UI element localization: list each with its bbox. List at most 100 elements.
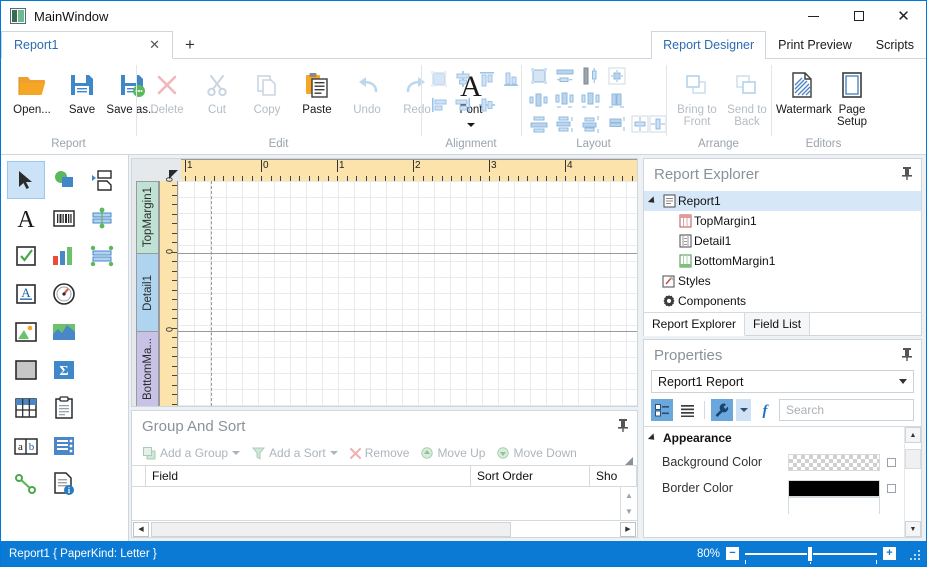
hscroll-thumb[interactable] bbox=[151, 521, 511, 537]
align-right-icon[interactable] bbox=[451, 93, 475, 117]
align-center-icon[interactable] bbox=[451, 67, 475, 91]
remove-horizontal-spacing-icon[interactable] bbox=[605, 88, 629, 112]
report-info-tool[interactable]: i bbox=[45, 465, 83, 503]
pin-icon[interactable] bbox=[901, 347, 913, 364]
property-row-partial[interactable] bbox=[644, 496, 904, 514]
size-to-grid-icon[interactable] bbox=[527, 64, 551, 88]
rich-text-tool[interactable]: A bbox=[7, 275, 45, 313]
pin-icon[interactable] bbox=[617, 418, 629, 435]
save-button[interactable]: Save bbox=[57, 64, 107, 116]
column-header-show[interactable]: Sho bbox=[590, 466, 637, 486]
properties-wrench-icon[interactable] bbox=[711, 399, 733, 421]
gauge-tool[interactable] bbox=[45, 275, 83, 313]
add-a-group-button[interactable]: Add a Group bbox=[138, 446, 245, 460]
subreport-tool[interactable] bbox=[83, 161, 121, 199]
properties-search-input[interactable]: Search bbox=[779, 399, 914, 421]
align-bottom-icon[interactable] bbox=[499, 67, 523, 91]
grid-vertical-scrollbar[interactable]: ▲ ▼ bbox=[621, 487, 637, 520]
zoom-in-button[interactable]: + bbox=[883, 547, 896, 560]
tree-node-detail1[interactable]: Detail1 bbox=[644, 231, 921, 251]
send-to-back-button[interactable]: Send to Back bbox=[722, 64, 772, 128]
resize-grip[interactable] bbox=[908, 548, 920, 560]
pointer-tool[interactable] bbox=[7, 161, 45, 199]
hscroll-track[interactable] bbox=[151, 521, 618, 537]
zoom-slider-thumb[interactable] bbox=[807, 545, 813, 562]
detail-report-tool[interactable] bbox=[45, 427, 83, 465]
make-same-size-icon[interactable] bbox=[605, 64, 629, 88]
zoom-slider[interactable] bbox=[745, 545, 877, 564]
remove-button[interactable]: Remove bbox=[345, 446, 415, 460]
tab-print-preview[interactable]: Print Preview bbox=[766, 31, 864, 58]
scroll-right-icon[interactable]: ▶ bbox=[620, 521, 636, 537]
copy-button[interactable]: Copy bbox=[242, 64, 292, 116]
check-box-tool[interactable] bbox=[7, 237, 45, 275]
move-down-button[interactable]: Move Down bbox=[492, 446, 581, 460]
zoom-out-button[interactable]: − bbox=[726, 547, 739, 560]
tab-field-list[interactable]: Field List bbox=[745, 313, 811, 335]
shape-tool[interactable] bbox=[45, 161, 83, 199]
tree-node-topmargin1[interactable]: TopMargin1 bbox=[644, 211, 921, 231]
close-button[interactable]: ✕ bbox=[881, 1, 926, 31]
tree-node-components[interactable]: Components bbox=[644, 291, 921, 311]
panel-tool[interactable] bbox=[7, 351, 45, 389]
make-same-width-icon[interactable] bbox=[553, 64, 577, 88]
alphabetical-view-icon[interactable] bbox=[676, 399, 698, 421]
zip-code-tool[interactable]: ab bbox=[7, 427, 45, 465]
center-horizontally-icon[interactable] bbox=[631, 112, 649, 136]
events-function-icon[interactable]: f bbox=[754, 399, 776, 421]
decrease-vertical-spacing-icon[interactable] bbox=[579, 112, 603, 136]
add-a-sort-button[interactable]: Add a Sort bbox=[247, 446, 343, 460]
cross-band-line-tool[interactable] bbox=[83, 237, 121, 275]
tree-node-bottommargin1[interactable]: BottomMargin1 bbox=[644, 251, 921, 271]
tree-node-styles[interactable]: Styles bbox=[644, 271, 921, 291]
align-middle-icon[interactable] bbox=[475, 93, 499, 117]
increase-vertical-spacing-icon[interactable] bbox=[553, 112, 577, 136]
delete-button[interactable]: Delete bbox=[142, 64, 192, 116]
properties-vertical-scrollbar[interactable]: ▲ ▼ bbox=[904, 427, 921, 537]
tab-scripts[interactable]: Scripts bbox=[864, 31, 926, 58]
scroll-up-icon[interactable]: ▲ bbox=[905, 427, 921, 443]
tab-report-explorer[interactable]: Report Explorer bbox=[644, 313, 746, 336]
pin-icon[interactable] bbox=[901, 166, 913, 183]
vscroll-thumb[interactable] bbox=[905, 449, 921, 469]
vscroll-track[interactable] bbox=[905, 443, 921, 521]
align-to-grid-icon[interactable] bbox=[427, 67, 451, 91]
barcode-tool[interactable] bbox=[45, 199, 83, 237]
decrease-horizontal-spacing-icon[interactable] bbox=[579, 88, 603, 112]
line-tool[interactable] bbox=[7, 465, 45, 503]
align-top-icon[interactable] bbox=[475, 67, 499, 91]
increase-horizontal-spacing-icon[interactable] bbox=[553, 88, 577, 112]
move-up-button[interactable]: Move Up bbox=[416, 446, 490, 460]
band-header-detail[interactable]: Detail1 bbox=[136, 253, 159, 331]
document-tab-report1[interactable]: Report1 ✕ bbox=[1, 31, 173, 59]
property-checkbox[interactable] bbox=[887, 457, 896, 467]
column-header-field[interactable]: Field bbox=[146, 466, 471, 486]
undo-button[interactable]: Undo bbox=[342, 64, 392, 116]
vertical-ruler[interactable]: 0 0 0 bbox=[159, 177, 177, 406]
sparkline-tool[interactable] bbox=[45, 313, 83, 351]
grid-empty-area[interactable] bbox=[132, 487, 621, 520]
properties-dropdown-chevron-down-icon[interactable] bbox=[736, 399, 751, 421]
pivot-grid-tool[interactable]: Σ bbox=[45, 351, 83, 389]
property-value-swatch[interactable] bbox=[788, 453, 880, 471]
cut-button[interactable]: Cut bbox=[192, 64, 242, 116]
categorized-view-icon[interactable] bbox=[651, 399, 673, 421]
center-vertically-icon[interactable] bbox=[649, 112, 667, 136]
property-row-background-color[interactable]: Background Color bbox=[644, 449, 904, 475]
label-tool[interactable]: A bbox=[7, 199, 45, 237]
paste-button[interactable]: Paste bbox=[292, 64, 342, 116]
card-tool[interactable] bbox=[45, 389, 83, 427]
table-of-contents-tool[interactable] bbox=[83, 199, 121, 237]
new-tab-button[interactable]: + bbox=[173, 31, 207, 58]
tree-node-report1[interactable]: Report1 bbox=[644, 191, 921, 211]
make-same-height-icon[interactable] bbox=[579, 64, 603, 88]
scroll-down-icon[interactable]: ▼ bbox=[621, 503, 637, 519]
property-value-swatch[interactable] bbox=[788, 479, 880, 497]
column-header-sort-order[interactable]: Sort Order bbox=[471, 466, 590, 486]
report-design-surface[interactable]: 1 0 1 2 3 4 TopMargin1 Detail1 BottomMa.… bbox=[131, 158, 638, 407]
report-canvas[interactable] bbox=[177, 181, 637, 406]
scroll-up-icon[interactable]: ▲ bbox=[621, 487, 637, 503]
bring-to-front-button[interactable]: Bring to Front bbox=[672, 64, 722, 128]
scroll-left-icon[interactable]: ◀ bbox=[133, 521, 149, 537]
maximize-button[interactable] bbox=[836, 1, 881, 31]
